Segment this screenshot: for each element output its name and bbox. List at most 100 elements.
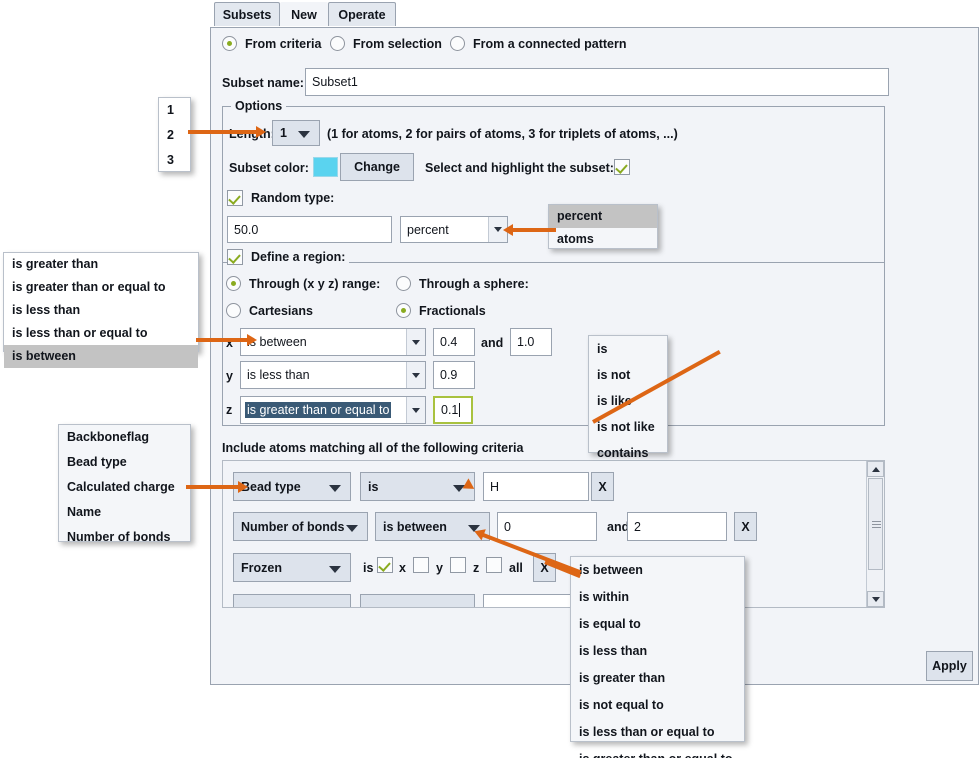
axis-z-operator-value: is greater than or equal to [245, 402, 392, 418]
radio-from-connected-pattern[interactable]: From a connected pattern [450, 36, 627, 51]
scroll-up-button[interactable] [867, 461, 884, 477]
random-amount-input[interactable]: 50.0 [227, 216, 392, 243]
axis-z-value1: 0.1 [441, 403, 459, 417]
define-region-row[interactable]: Define a region: [227, 249, 350, 265]
axis-z-operator-combo[interactable]: is greater than or equal to [240, 396, 426, 424]
criteria-row-1-value1-input[interactable]: H [483, 472, 589, 501]
length-option-2[interactable]: 2 [159, 123, 190, 148]
axis-x-value2-input[interactable]: 1.0 [510, 328, 552, 356]
property-options-popup[interactable]: Backboneflag Bead type Calculated charge… [58, 424, 191, 544]
chevron-down-icon[interactable] [406, 329, 425, 355]
criteria-scrollbar-track[interactable] [866, 461, 884, 607]
apply-button-label: Apply [932, 659, 967, 673]
change-color-button[interactable]: Change [340, 153, 414, 181]
string-operator-options-popup[interactable]: is is not is like is not like contains [588, 335, 668, 460]
criteria-row-3-property-combo[interactable]: Frozen [233, 553, 351, 582]
property-option-bead-type[interactable]: Bead type [59, 450, 190, 475]
length-option-1[interactable]: 1 [159, 98, 190, 123]
criteria-row-1-property-combo[interactable]: Bead type [233, 472, 351, 501]
range-operator-option-is-less-than-or-equal-to[interactable]: is less than or equal to [4, 322, 198, 345]
length-options-popup[interactable]: 1 2 3 [158, 97, 191, 172]
criteria-row-1-property-value: Bead type [241, 479, 301, 494]
chevron-down-icon[interactable] [406, 397, 425, 423]
length-combo[interactable]: 1 [272, 120, 320, 146]
string-operator-option-is[interactable]: is [589, 336, 667, 362]
criteria-row-3-axis-z-label: z [473, 561, 480, 575]
annotation-arrowhead-property [238, 481, 248, 493]
string-operator-option-contains[interactable]: contains [589, 440, 667, 466]
range-operator-options-popup[interactable]: is greater than is greater than or equal… [3, 252, 199, 368]
radio-fractionals-label: Fractionals [419, 303, 486, 318]
numeric-operator-option-is-between[interactable]: is between [571, 557, 744, 584]
numeric-operator-option-is-greater-than[interactable]: is greater than [571, 665, 744, 692]
property-option-calculated-charge[interactable]: Calculated charge [59, 475, 190, 500]
criteria-row-4-property-combo[interactable] [233, 594, 351, 607]
numeric-operator-option-is-less-than[interactable]: is less than [571, 638, 744, 665]
axis-y-operator-combo[interactable]: is less than [240, 361, 426, 389]
radio-cartesians-dot [226, 303, 241, 318]
range-operator-option-is-less-than[interactable]: is less than [4, 299, 198, 322]
criteria-row-3-axis-y-checkbox[interactable] [413, 557, 429, 573]
length-option-3[interactable]: 3 [159, 148, 190, 173]
criteria-row-2-remove-button[interactable]: X [734, 512, 757, 541]
annotation-arrow-length [188, 130, 258, 134]
criteria-row-3-axis-x-checkbox[interactable] [377, 557, 393, 573]
annotation-arrow-property [186, 485, 244, 489]
criteria-row-1-remove-button[interactable]: X [591, 472, 614, 501]
radio-through-sphere-label: Through a sphere: [419, 276, 529, 291]
numeric-operator-option-is-within[interactable]: is within [571, 584, 744, 611]
radio-through-xyz-range[interactable]: Through (x y z) range: [226, 276, 380, 291]
criteria-heading: Include atoms matching all of the follow… [222, 441, 524, 455]
radio-from-criteria[interactable]: From criteria [222, 36, 321, 51]
axis-x-value1-input[interactable]: 0.4 [433, 328, 475, 356]
subset-name-input[interactable]: Subset1 [305, 68, 889, 96]
subset-color-swatch[interactable] [313, 157, 338, 177]
apply-button[interactable]: Apply [926, 651, 973, 681]
property-option-name[interactable]: Name [59, 500, 190, 525]
radio-cartesians[interactable]: Cartesians [226, 303, 313, 318]
tab-operate[interactable]: Operate [328, 2, 396, 26]
criteria-scrollbar-thumb[interactable] [868, 478, 883, 570]
numeric-operator-option-is-greater-than-or-equal-to[interactable]: is greater than or equal to [571, 746, 744, 758]
numeric-operator-option-is-less-than-or-equal-to[interactable]: is less than or equal to [571, 719, 744, 746]
property-option-backboneflag[interactable]: Backboneflag [59, 425, 190, 450]
criteria-row-1-value1: H [490, 479, 500, 494]
scrollbar-grip-icon [872, 521, 881, 528]
range-operator-option-is-greater-than-or-equal-to[interactable]: is greater than or equal to [4, 276, 198, 299]
numeric-operator-option-is-equal-to[interactable]: is equal to [571, 611, 744, 638]
criteria-row-2-property-combo[interactable]: Number of bonds [233, 512, 368, 541]
property-option-number-of-bonds[interactable]: Number of bonds [59, 525, 190, 550]
axis-y-value1-input[interactable]: 0.9 [433, 361, 475, 389]
annotation-arrowhead-unit [503, 224, 513, 236]
axis-x-operator-combo[interactable]: is between [240, 328, 426, 356]
random-unit-option-atoms[interactable]: atoms [549, 228, 657, 251]
chevron-down-icon [346, 524, 358, 532]
define-region-checkbox[interactable] [227, 249, 243, 265]
chevron-down-icon[interactable] [406, 362, 425, 388]
criteria-row-4-operator-combo[interactable] [360, 594, 475, 607]
random-unit-option-percent[interactable]: percent [549, 205, 657, 228]
random-unit-options-popup[interactable]: percent atoms [548, 204, 658, 249]
tab-new[interactable]: New [280, 2, 328, 26]
tab-subsets[interactable]: Subsets [214, 2, 280, 26]
random-unit-combo[interactable]: percent [400, 216, 508, 243]
axis-y-label: y [226, 369, 233, 383]
criteria-row-3-axis-z-checkbox[interactable] [450, 557, 466, 573]
range-operator-option-is-greater-than[interactable]: is greater than [4, 253, 198, 276]
random-type-row[interactable]: Random type: [227, 190, 334, 206]
radio-fractionals[interactable]: Fractionals [396, 303, 486, 318]
criteria-row-1-operator-combo[interactable]: is [360, 472, 475, 501]
criteria-row-2-value1-input[interactable]: 0 [497, 512, 597, 541]
radio-through-sphere[interactable]: Through a sphere: [396, 276, 529, 291]
random-type-checkbox[interactable] [227, 190, 243, 206]
scroll-down-button[interactable] [867, 591, 884, 607]
numeric-operator-options-popup[interactable]: is between is within is equal to is less… [570, 556, 745, 758]
criteria-row-3-axis-all-checkbox[interactable] [486, 557, 502, 573]
axis-z-value1-input[interactable]: 0.1 [433, 396, 473, 424]
numeric-operator-option-is-not-equal-to[interactable]: is not equal to [571, 692, 744, 719]
highlight-subset-checkbox[interactable] [614, 159, 630, 175]
random-type-label: Random type: [251, 191, 335, 205]
radio-from-selection[interactable]: From selection [330, 36, 442, 51]
criteria-row-2-value2-input[interactable]: 2 [627, 512, 727, 541]
range-operator-option-is-between[interactable]: is between [4, 345, 198, 368]
